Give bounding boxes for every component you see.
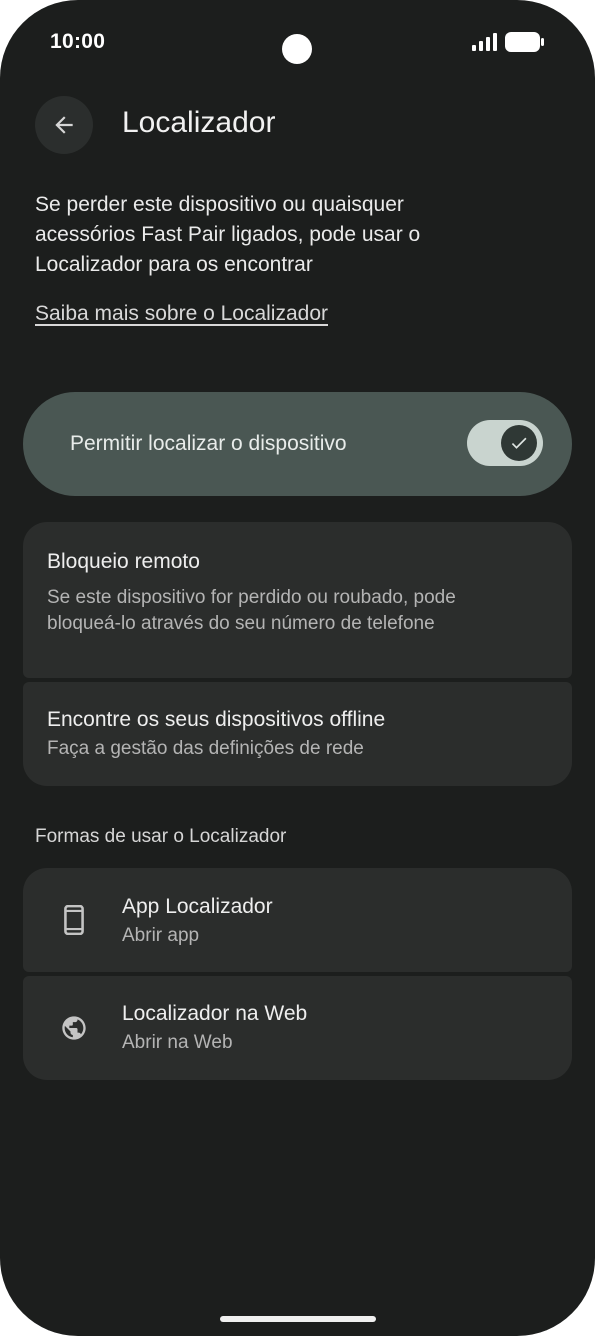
app-localizador-row[interactable]: App Localizador Abrir app xyxy=(23,868,572,972)
localizador-web-subtitle: Abrir na Web xyxy=(122,1032,233,1053)
localizador-web-title: Localizador na Web xyxy=(122,1002,308,1025)
switch-thumb xyxy=(501,425,537,461)
battery-full-icon xyxy=(505,32,544,52)
camera-cutout xyxy=(282,34,312,64)
phone-screen: 10:00 Localizador Se perder este disposi… xyxy=(0,0,595,1336)
status-bar: 10:00 xyxy=(0,0,595,86)
allow-find-device-toggle-row[interactable]: Permitir localizar o dispositivo xyxy=(23,392,572,496)
remote-lock-title: Bloqueio remoto xyxy=(47,550,200,573)
page-title: Localizador xyxy=(122,106,276,139)
app-localizador-subtitle: Abrir app xyxy=(122,925,200,946)
localizador-web-row[interactable]: Localizador na Web Abrir na Web xyxy=(23,976,572,1080)
app-localizador-title: App Localizador xyxy=(122,895,273,918)
learn-more-link[interactable]: Saiba mais sobre o Localizador xyxy=(35,302,328,326)
status-time: 10:00 xyxy=(50,30,106,53)
signal-bars-icon xyxy=(472,33,497,51)
toggle-label: Permitir localizar o dispositivo xyxy=(70,432,347,455)
allow-find-device-switch[interactable] xyxy=(467,420,543,466)
offline-devices-row[interactable]: Encontre os seus dispositivos offline Fa… xyxy=(23,682,572,786)
intro-text: Se perder este dispositivo ou quaisquer … xyxy=(35,193,421,276)
home-indicator[interactable] xyxy=(220,1316,376,1322)
check-icon xyxy=(511,437,527,449)
phone-icon xyxy=(59,905,89,935)
remote-lock-row[interactable]: Bloqueio remoto Se este dispositivo for … xyxy=(23,522,572,678)
globe-icon xyxy=(59,1013,89,1043)
arrow-back-icon xyxy=(55,116,73,134)
back-button[interactable] xyxy=(35,96,93,154)
remote-lock-subtitle: Se este dispositivo for perdido ou rouba… xyxy=(47,587,456,634)
offline-devices-subtitle: Faça a gestão das definições de rede xyxy=(47,738,364,759)
section-header: Formas de usar o Localizador xyxy=(35,826,287,847)
offline-devices-title: Encontre os seus dispositivos offline xyxy=(47,708,386,731)
